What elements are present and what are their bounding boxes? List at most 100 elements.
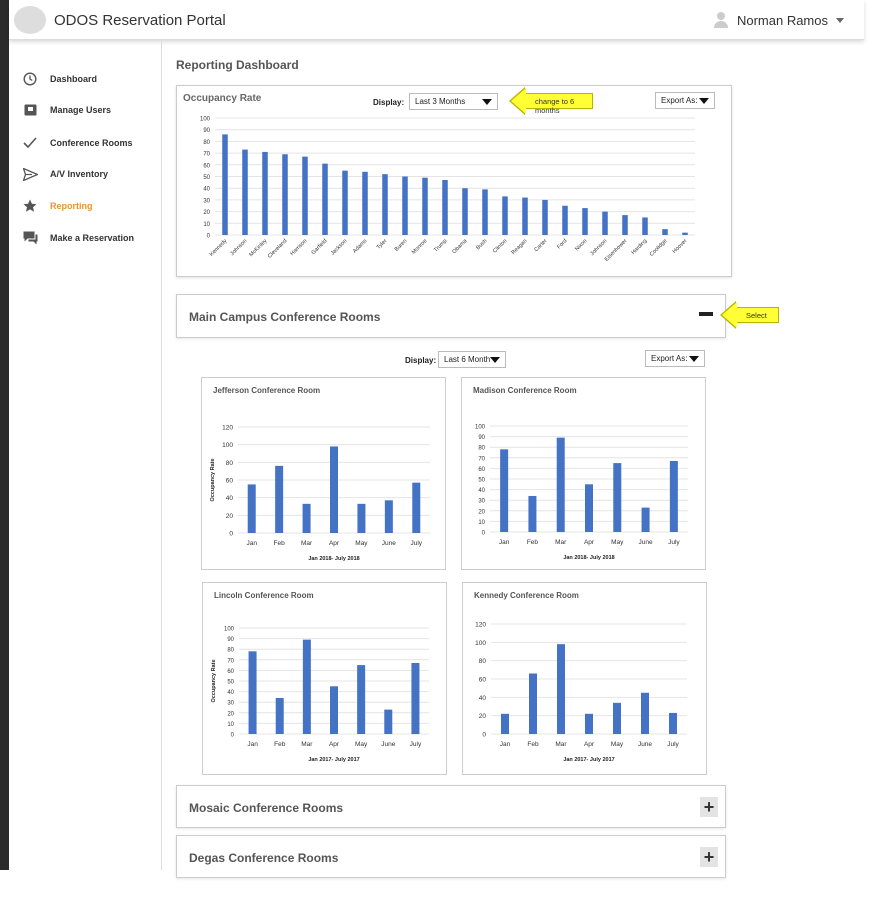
bar — [669, 712, 677, 734]
x-tick-label: Tyler — [376, 238, 389, 251]
display-select-value: Last 6 Month — [444, 355, 491, 364]
page-title: Reporting Dashboard — [176, 58, 299, 72]
display-select-main-campus[interactable]: Last 6 Month — [438, 351, 506, 368]
y-tick-label: 100 — [200, 117, 211, 123]
sidebar-item-label: Manage Users — [50, 105, 112, 115]
sidebar-item-make-reservation[interactable]: Make a Reservation — [22, 231, 134, 245]
sidebar-item-av-inventory[interactable]: A/V Inventory — [22, 167, 108, 181]
x-tick-label: July — [411, 540, 423, 547]
bar — [302, 503, 311, 533]
degas-title: Degas Conference Rooms — [189, 851, 339, 865]
x-tick-label: Feb — [527, 741, 539, 748]
bar — [613, 463, 622, 532]
bar — [384, 500, 393, 533]
x-tick-label: Apr — [329, 540, 340, 547]
x-tick-label: Jackson — [330, 238, 349, 257]
bar — [462, 188, 468, 235]
y-tick-label: 20 — [478, 509, 485, 515]
collapse-minus-icon[interactable] — [699, 312, 713, 316]
x-tick-label: July — [410, 741, 422, 748]
annotation-callout-select: Select — [720, 301, 779, 329]
y-tick-label: 10 — [227, 722, 234, 728]
y-tick-label: 70 — [478, 456, 485, 462]
x-tick-label: Jan — [499, 539, 510, 546]
x-axis-label: Jan 2018- July 2018 — [563, 555, 614, 561]
x-tick-label: Monroe — [411, 238, 428, 255]
y-tick-label: 60 — [478, 467, 485, 473]
bar — [275, 697, 284, 734]
bar — [669, 460, 678, 532]
x-tick-label: June — [639, 539, 653, 546]
logo[interactable] — [14, 6, 46, 34]
sidebar-item-label: Reporting — [50, 201, 93, 211]
y-tick-label: 80 — [478, 446, 485, 452]
x-tick-label: Kennedy — [209, 238, 229, 258]
x-tick-label: July — [668, 539, 680, 546]
sidebar-item-dashboard[interactable]: Dashboard — [22, 72, 97, 86]
y-tick-label: 30 — [203, 198, 210, 204]
bar — [247, 484, 256, 533]
bar — [482, 189, 488, 235]
x-tick-label: Johnson — [589, 238, 608, 257]
x-tick-label: Garfield — [311, 238, 329, 256]
x-tick-label: June — [638, 741, 652, 748]
x-tick-label: Adams — [352, 238, 369, 255]
x-tick-label: Obama — [451, 238, 469, 256]
bar — [557, 644, 565, 734]
y-tick-label: 80 — [227, 648, 234, 654]
sidebar-item-conference-rooms[interactable]: Conference Rooms — [22, 136, 133, 150]
chevron-down-icon — [689, 356, 699, 362]
main-campus-section-header[interactable]: Main Campus Conference Rooms — [176, 294, 726, 338]
y-tick-label: 100 — [475, 425, 486, 431]
bar — [357, 503, 366, 533]
y-tick-label: 70 — [203, 152, 210, 158]
occupancy-rate-panel: Occupancy Rate Display: Last 3 Months Ex… — [176, 85, 732, 277]
star-icon — [22, 199, 38, 213]
bar — [384, 709, 393, 734]
sidebar-item-label: Conference Rooms — [50, 138, 133, 148]
bar — [528, 495, 537, 532]
x-tick-label: June — [382, 540, 396, 547]
y-tick-label: 10 — [478, 520, 485, 526]
y-tick-label: 60 — [226, 478, 234, 485]
sidebar: Dashboard Manage Users Conference Rooms … — [9, 40, 162, 870]
export-select-label: Export As: — [651, 354, 688, 363]
display-label: Display: — [405, 356, 437, 365]
expand-plus-icon[interactable]: + — [700, 847, 718, 867]
x-tick-label: Mar — [301, 540, 313, 547]
x-tick-label: Harding — [631, 238, 649, 256]
top-bar: ODOS Reservation Portal Norman Ramos — [9, 0, 864, 40]
degas-section-header[interactable]: Degas Conference Rooms + — [176, 835, 726, 878]
x-tick-label: Jan — [247, 741, 258, 748]
y-tick-label: 40 — [479, 695, 487, 702]
x-tick-label: Apr — [584, 539, 595, 546]
y-tick-label: 50 — [203, 175, 210, 181]
mosaic-section-header[interactable]: Mosaic Conference Rooms + — [176, 785, 726, 828]
expand-plus-icon[interactable]: + — [700, 797, 718, 817]
x-tick-label: McKinley — [248, 238, 268, 258]
sidebar-item-manage-users[interactable]: Manage Users — [22, 103, 111, 117]
x-tick-label: June — [381, 741, 395, 748]
bar — [562, 205, 568, 235]
y-tick-label: 10 — [203, 222, 210, 228]
x-tick-label: Coolidge — [649, 238, 669, 258]
y-tick-label: 120 — [222, 425, 233, 432]
bar — [411, 662, 420, 734]
sidebar-item-reporting[interactable]: Reporting — [22, 199, 93, 213]
y-tick-label: 40 — [478, 488, 485, 494]
sidebar-item-label: Dashboard — [50, 74, 98, 84]
user-menu[interactable]: Norman Ramos — [713, 12, 844, 28]
x-tick-label: Reagan — [511, 238, 529, 256]
bar — [357, 665, 366, 734]
y-tick-label: 30 — [227, 701, 234, 707]
y-axis-label: Occupancy Rate — [210, 458, 216, 501]
users-box-icon — [22, 103, 38, 117]
y-tick-label: 60 — [227, 669, 234, 675]
bar — [302, 156, 308, 235]
y-tick-label: 40 — [226, 495, 234, 502]
y-tick-label: 20 — [226, 513, 234, 520]
bar — [382, 174, 388, 235]
x-tick-label: Apr — [329, 741, 340, 748]
bar — [529, 673, 537, 734]
export-select-main-campus[interactable]: Export As: — [645, 350, 705, 367]
